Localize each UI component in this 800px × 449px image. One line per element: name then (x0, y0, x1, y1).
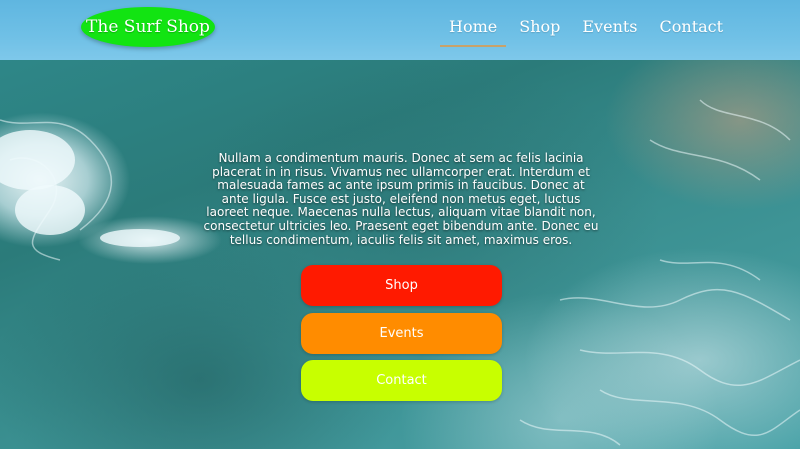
intro-paragraph: Nullam a condimentum mauris. Donec at se… (203, 151, 599, 247)
main-nav: Home Shop Events Contact (438, 14, 734, 47)
events-button[interactable]: Events (301, 313, 502, 354)
nav-events[interactable]: Events (571, 14, 648, 47)
site-header: The Surf Shop Home Shop Events Contact (0, 0, 800, 60)
page: The Surf Shop Home Shop Events Contact N… (0, 0, 800, 449)
logo-badge[interactable]: The Surf Shop (81, 7, 215, 47)
nav-home[interactable]: Home (438, 14, 508, 47)
nav-shop[interactable]: Shop (508, 14, 571, 47)
contact-button[interactable]: Contact (301, 360, 502, 401)
shop-button[interactable]: Shop (301, 265, 502, 306)
nav-contact[interactable]: Contact (649, 14, 735, 47)
